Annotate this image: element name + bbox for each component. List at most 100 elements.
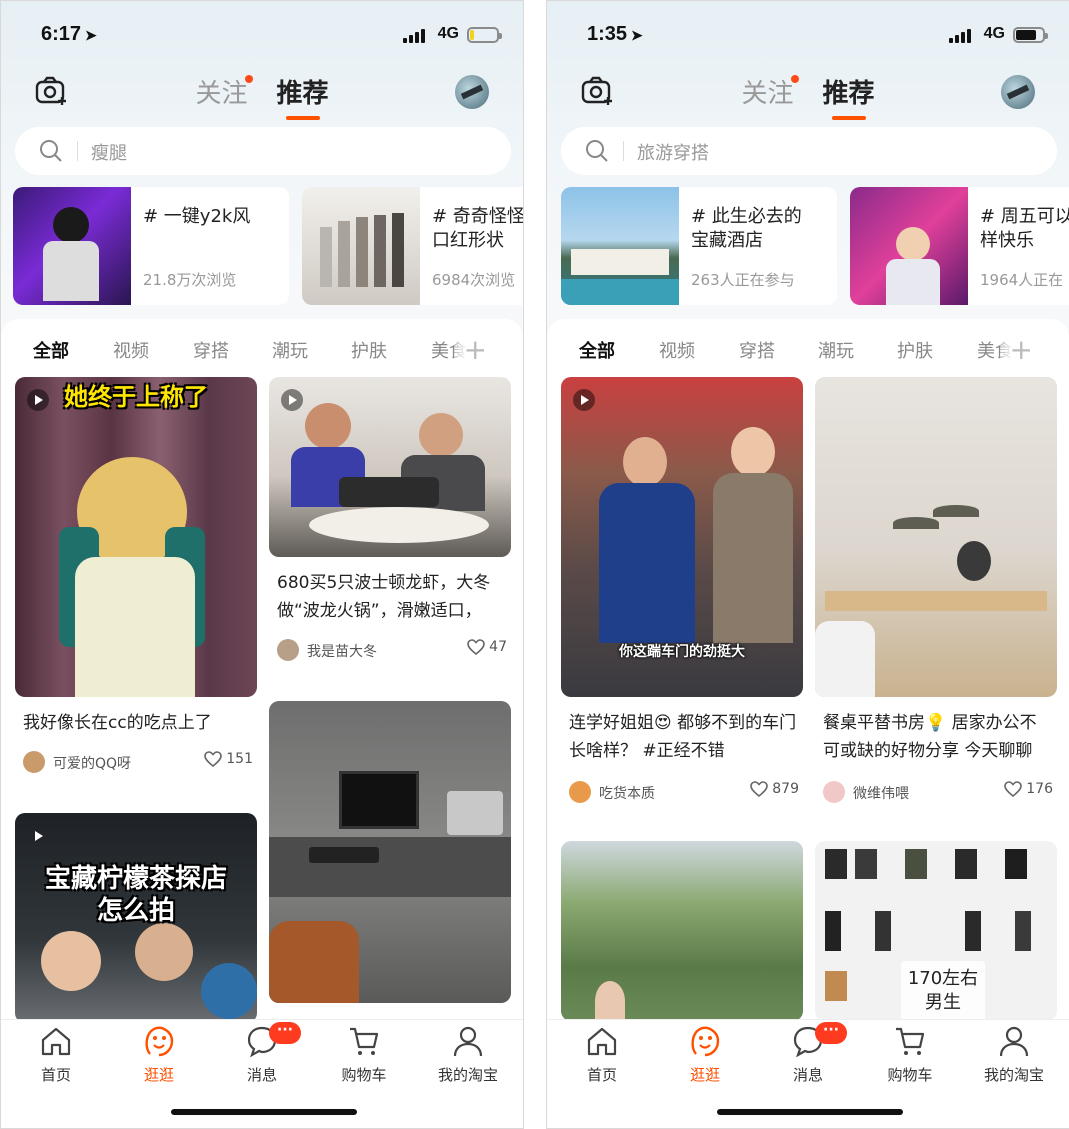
feed-post[interactable]: 680买5只波士顿龙虾，大冬做“波龙火锅”，滑嫩适口， 我是苗大冬 47 (269, 377, 511, 687)
feed-panel: 全部 视频 穿搭 潮玩 护肤 美食 + 你这踹车门的劲挺大 连学好姐姐😍 都够不… (547, 319, 1069, 1021)
like-count[interactable]: 47 (467, 639, 507, 655)
avatar[interactable] (1001, 75, 1035, 109)
feed-post[interactable] (269, 701, 511, 1003)
top-navigation: 关注 推荐 (547, 69, 1069, 120)
feed-post[interactable]: 你这踹车门的劲挺大 连学好姐姐😍 都够不到的车门长啥样？ #正经不错 吃货本质 … (561, 377, 803, 817)
topic-carousel: # 此生必去的 宝藏酒店 263人正在参与 # 周五可以 样快乐 1964人正在 (559, 187, 1069, 307)
category-tab[interactable]: 视频 (113, 337, 149, 363)
author-name: 吃货本质 (599, 786, 655, 802)
tabbar-label: 购物车 (341, 1066, 387, 1084)
tabbar-item-messages[interactable]: ··· 消息 (217, 1022, 307, 1085)
tabbar-item-browse[interactable]: 逛逛 (660, 1024, 750, 1085)
like-count[interactable]: 151 (204, 751, 253, 767)
add-category-icon[interactable]: + (453, 333, 487, 366)
category-tab[interactable]: 潮玩 (818, 337, 854, 363)
post-author: 我是苗大冬 47 (277, 639, 507, 663)
post-image: 170左右 男生 (815, 841, 1057, 1021)
feed-post[interactable]: 170左右 男生 (815, 841, 1057, 1021)
network-label: 4G (437, 25, 459, 42)
post-image: 宝藏柠檬茶探店 怎么拍 (15, 813, 257, 1023)
battery-icon (467, 27, 502, 43)
tab-follow[interactable]: 关注 (741, 73, 800, 110)
category-tab[interactable]: 视频 (659, 337, 695, 363)
post-title: 连学好姐姐😍 都够不到的车门长啥样？ #正经不错 (569, 713, 797, 761)
topic-views: 6984次浏览 (432, 271, 516, 289)
active-tab-indicator (831, 116, 866, 120)
status-bar: 1:35 ➤ 4G (547, 19, 1069, 53)
search-divider (623, 141, 624, 161)
post-image (815, 377, 1057, 697)
post-title: 我好像长在cc的吃点上了 (23, 713, 212, 733)
topic-card[interactable]: # 周五可以 样快乐 1964人正在 (850, 187, 1069, 305)
category-tab[interactable]: 穿搭 (193, 337, 229, 363)
like-count[interactable]: 176 (1004, 781, 1053, 797)
category-tab[interactable]: 潮玩 (272, 337, 308, 363)
tab-follow[interactable]: 关注 (195, 73, 254, 110)
feed-post[interactable]: 宝藏柠檬茶探店 怎么拍 (15, 813, 257, 1023)
tabbar-item-profile[interactable]: 我的淘宝 (423, 1024, 513, 1085)
feed-post[interactable]: 餐桌平替书房💡 居家办公不可或缺的好物分享 今天聊聊 微维伟喂 176 (815, 377, 1057, 817)
tabbar-item-browse[interactable]: 逛逛 (114, 1024, 204, 1085)
feed-panel: 全部 视频 穿搭 潮玩 护肤 美食 + 她终于上称了 我好像长在cc的吃点上了 (1, 319, 523, 1023)
topic-card[interactable]: # 一键y2k风 21.8万次浏览 (13, 187, 289, 305)
post-title: 餐桌平替书房💡 居家办公不可或缺的好物分享 今天聊聊 (823, 713, 1037, 761)
post-author: 微维伟喂 176 (823, 781, 1053, 805)
search-divider (77, 141, 78, 161)
search-placeholder: 旅游穿搭 (637, 143, 709, 164)
tabbar-label: 消息 (246, 1066, 277, 1084)
avatar (23, 751, 45, 773)
post-image (269, 377, 511, 557)
tabbar-label: 首页 (40, 1066, 71, 1084)
signal-icon (949, 27, 973, 43)
tabbar-label: 首页 (586, 1066, 617, 1084)
topic-thumbnail (561, 187, 679, 305)
search-input[interactable]: 旅游穿搭 (561, 127, 1057, 175)
avatar (277, 639, 299, 661)
tabbar-item-messages[interactable]: ··· 消息 (763, 1022, 853, 1085)
topic-card[interactable]: # 奇奇怪怪 口红形状 6984次浏览 (302, 187, 523, 305)
category-tab[interactable]: 全部 (33, 337, 69, 363)
search-input[interactable]: 瘦腿 (15, 127, 511, 175)
tabbar-label: 我的淘宝 (437, 1066, 498, 1084)
category-tab[interactable]: 护肤 (897, 337, 933, 363)
category-tab[interactable]: 护肤 (351, 337, 387, 363)
category-tabs: 全部 视频 穿搭 潮玩 护肤 美食 + (1, 333, 523, 367)
status-time: 6:17 ➤ (41, 23, 97, 45)
tabbar-label: 购物车 (887, 1066, 933, 1084)
tabbar-item-cart[interactable]: 购物车 (865, 1024, 955, 1085)
message-badge: ··· (269, 1022, 301, 1044)
tabbar-item-home[interactable]: 首页 (11, 1024, 101, 1085)
tabbar-item-profile[interactable]: 我的淘宝 (969, 1024, 1059, 1085)
tab-recommend[interactable]: 推荐 (277, 73, 329, 120)
status-bar: 6:17 ➤ 4G (1, 19, 523, 53)
tab-recommend[interactable]: 推荐 (823, 73, 875, 120)
home-indicator[interactable] (717, 1109, 903, 1115)
heart-icon (1004, 781, 1023, 797)
phone-screen-right: 1:35 ➤ 4G 关注 推荐 旅游穿搭 # 此生必去的 宝藏酒店 263人正在… (546, 0, 1069, 1129)
tabbar-item-cart[interactable]: 购物车 (319, 1024, 409, 1085)
topic-card[interactable]: # 此生必去的 宝藏酒店 263人正在参与 (561, 187, 837, 305)
avatar[interactable] (455, 75, 489, 109)
post-image: 你这踹车门的劲挺大 (561, 377, 803, 697)
tabbar-item-home[interactable]: 首页 (557, 1024, 647, 1085)
category-tab[interactable]: 穿搭 (739, 337, 775, 363)
active-tab-indicator (285, 116, 320, 120)
home-icon (587, 1027, 617, 1056)
feed-post[interactable] (561, 841, 803, 1021)
video-play-icon (573, 389, 595, 411)
tabbar-label: 逛逛 (689, 1066, 720, 1084)
add-category-icon[interactable]: + (999, 333, 1033, 366)
video-play-icon (281, 389, 303, 411)
network-label: 4G (983, 25, 1005, 42)
author-name: 微维伟喂 (853, 786, 909, 802)
feed-post[interactable]: 她终于上称了 我好像长在cc的吃点上了 可爱的QQ呀 151 (15, 377, 257, 797)
home-indicator[interactable] (171, 1109, 357, 1115)
cart-icon (350, 1027, 379, 1055)
category-tab[interactable]: 全部 (579, 337, 615, 363)
video-play-icon (27, 825, 49, 847)
home-icon (41, 1027, 71, 1056)
author-name: 可爱的QQ呀 (53, 756, 132, 772)
like-count[interactable]: 879 (750, 781, 799, 797)
status-time: 1:35 ➤ (587, 23, 643, 45)
post-title: 680买5只波士顿龙虾，大冬做“波龙火锅”，滑嫩适口， (277, 573, 491, 621)
